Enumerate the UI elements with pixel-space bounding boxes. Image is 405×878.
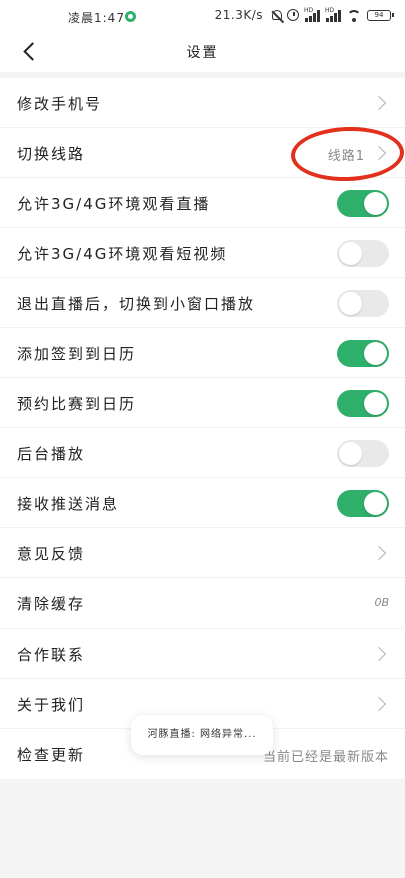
toggle-switch[interactable] [337, 390, 389, 417]
row-checkin-calendar: 添加签到到日历 [0, 328, 405, 378]
row-label: 清除缓存 [17, 595, 86, 613]
toggle-switch[interactable] [337, 340, 389, 367]
toggle-knob [364, 392, 387, 415]
row-contact[interactable]: 合作联系 [0, 629, 405, 679]
row-label: 合作联系 [17, 646, 86, 664]
row-label: 意见反馈 [17, 545, 86, 563]
toggle-switch[interactable] [337, 440, 389, 467]
update-status: 当前已经是最新版本 [262, 750, 389, 765]
row-label: 允许3G/4G环境观看直播 [17, 195, 211, 213]
row-push-notifications: 接收推送消息 [0, 478, 405, 528]
row-change-phone[interactable]: 修改手机号 [0, 78, 405, 128]
chevron-right-icon [372, 695, 388, 713]
toggle-knob [364, 492, 387, 515]
toast-message: 河豚直播: 网络异常... [131, 715, 273, 755]
hd-badge: HD [304, 6, 314, 14]
row-label: 检查更新 [17, 746, 86, 764]
row-background-play: 后台播放 [0, 428, 405, 478]
status-time: 凌晨1:47 [68, 11, 125, 25]
signal-icon-1: HD [304, 6, 320, 22]
row-label: 关于我们 [17, 696, 86, 714]
row-feedback[interactable]: 意见反馈 [0, 528, 405, 578]
signal-icon-2: HD [325, 6, 341, 22]
row-label: 切换线路 [17, 145, 86, 163]
row-label: 添加签到到日历 [17, 345, 137, 363]
row-label: 修改手机号 [17, 95, 103, 113]
toggle-switch[interactable] [337, 240, 389, 267]
toggle-switch[interactable] [337, 490, 389, 517]
row-label: 预约比赛到日历 [17, 395, 137, 413]
shield-icon [125, 11, 136, 22]
status-bar: 凌晨1:47 21.3K/s HD HD 94 [0, 0, 405, 32]
row-label: 接收推送消息 [17, 495, 120, 513]
chevron-right-icon [372, 94, 388, 112]
row-allow-mobile-live: 允许3G/4G环境观看直播 [0, 178, 405, 228]
chevron-right-icon [372, 544, 388, 562]
page-title: 设置 [186, 45, 219, 61]
status-icons: 21.3K/s HD HD 94 [214, 6, 394, 22]
chevron-right-icon [372, 645, 388, 663]
toggle-switch[interactable] [337, 190, 389, 217]
row-clear-cache[interactable]: 清除缓存 0B [0, 578, 405, 628]
row-match-calendar: 预约比赛到日历 [0, 378, 405, 428]
alarm-clock-icon [287, 9, 299, 21]
header: 设置 [0, 32, 405, 72]
cache-size: 0B [374, 596, 389, 609]
toggle-knob [339, 242, 362, 265]
row-allow-mobile-short-video: 允许3G/4G环境观看短视频 [0, 228, 405, 278]
settings-group-about: 合作联系 关于我们 检查更新 当前已经是最新版本 [0, 629, 405, 779]
toggle-knob [364, 192, 387, 215]
network-speed: 21.3K/s [214, 8, 263, 22]
toggle-knob [364, 342, 387, 365]
toggle-knob [339, 292, 362, 315]
row-label: 后台播放 [17, 445, 86, 463]
row-label: 允许3G/4G环境观看短视频 [17, 245, 228, 263]
toggle-knob [339, 442, 362, 465]
mute-bell-icon [272, 10, 282, 20]
wifi-icon [346, 9, 362, 22]
battery-icon: 94 [367, 9, 394, 21]
row-mini-window: 退出直播后，切换到小窗口播放 [0, 278, 405, 328]
hd-badge: HD [325, 6, 335, 14]
toggle-switch[interactable] [337, 290, 389, 317]
row-label: 退出直播后，切换到小窗口播放 [17, 295, 256, 313]
